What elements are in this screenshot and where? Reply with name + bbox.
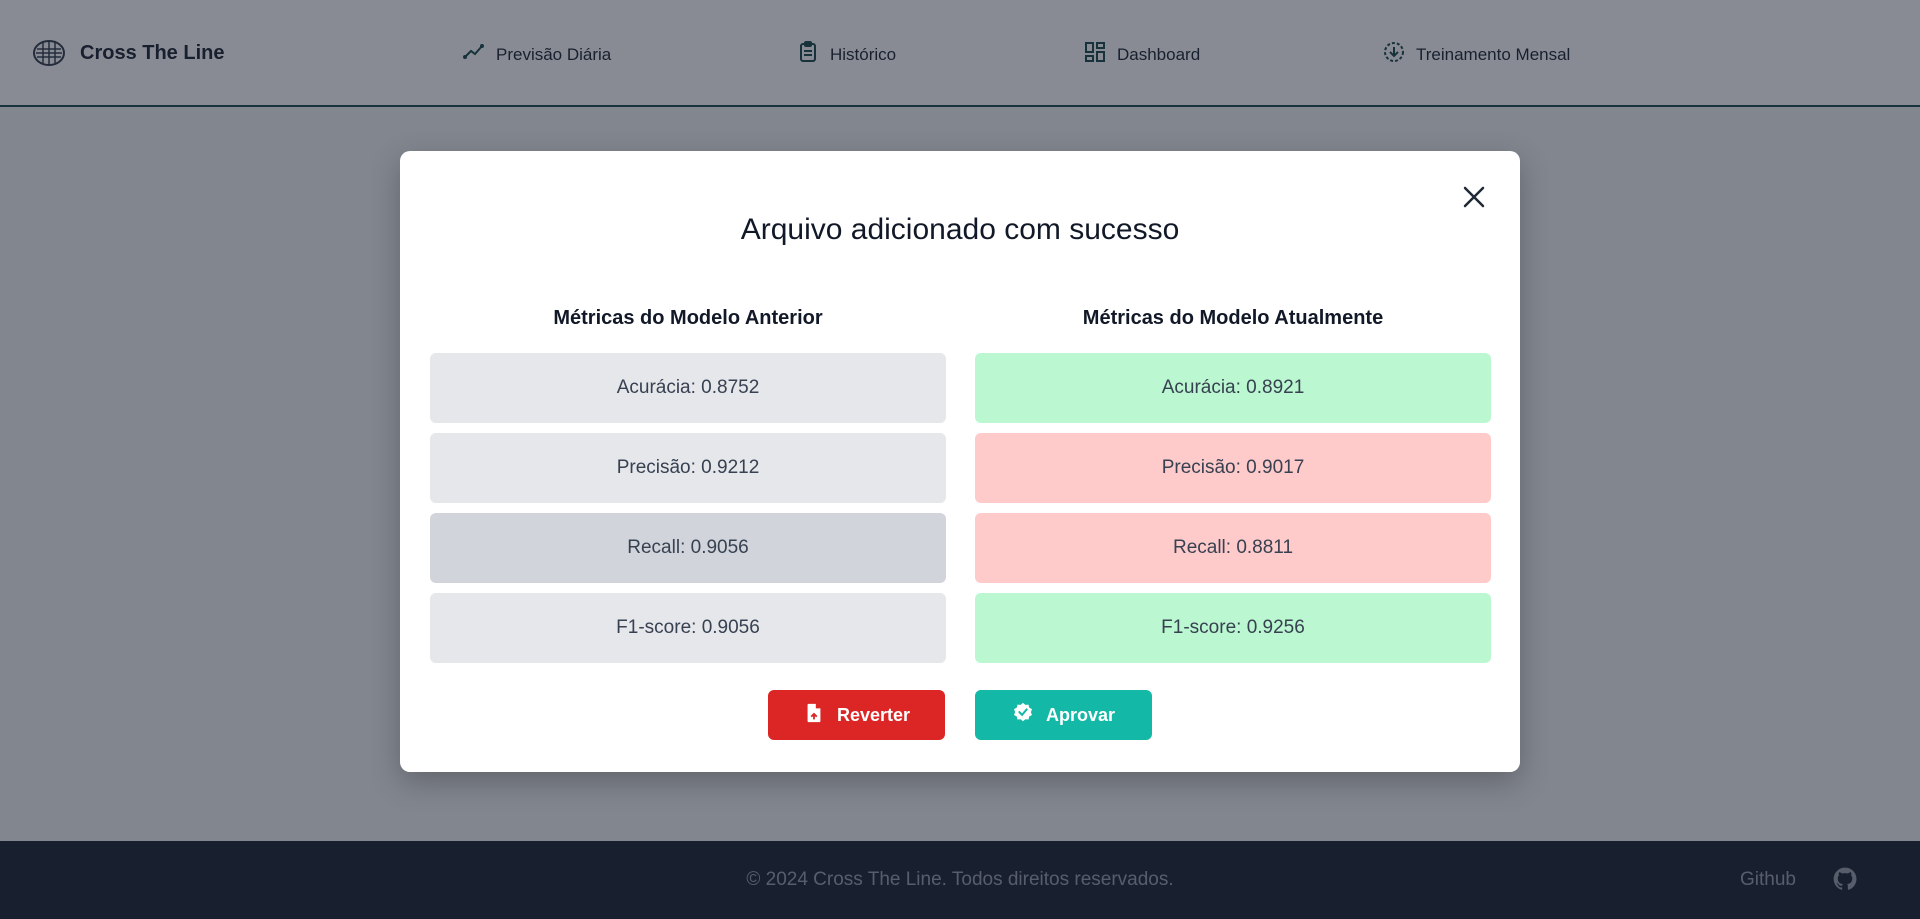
approve-label: Aprovar xyxy=(1045,704,1116,725)
file-revert-icon xyxy=(803,702,825,729)
current-metrics-title: Métricas do Modelo Atualmente xyxy=(1082,307,1384,329)
current-accuracy: Acurácia: 0.8921 xyxy=(975,353,1491,423)
previous-precision: Precisão: 0.9212 xyxy=(430,433,946,503)
previous-f1: F1-score: 0.9056 xyxy=(430,593,946,663)
current-f1: F1-score: 0.9256 xyxy=(975,593,1491,663)
current-precision: Precisão: 0.9017 xyxy=(975,433,1491,503)
previous-recall: Recall: 0.9056 xyxy=(430,513,946,583)
current-metrics-column: Métricas do Modelo Atualmente Acurácia: … xyxy=(975,303,1491,663)
current-recall: Recall: 0.8811 xyxy=(975,513,1491,583)
modal-title: Arquivo adicionado com sucesso xyxy=(740,213,1180,246)
revert-label: Reverter xyxy=(836,704,911,725)
previous-metrics-title: Métricas do Modelo Anterior xyxy=(553,307,823,329)
metrics-modal: Arquivo adicionado com sucesso Métricas … xyxy=(400,151,1520,772)
revert-button[interactable]: Reverter xyxy=(768,690,945,740)
previous-accuracy: Acurácia: 0.8752 xyxy=(430,353,946,423)
approve-button[interactable]: Aprovar xyxy=(975,690,1152,740)
close-icon[interactable] xyxy=(1458,181,1490,213)
previous-metrics-column: Métricas do Modelo Anterior Acurácia: 0.… xyxy=(430,303,946,663)
badge-check-icon xyxy=(1012,702,1034,729)
